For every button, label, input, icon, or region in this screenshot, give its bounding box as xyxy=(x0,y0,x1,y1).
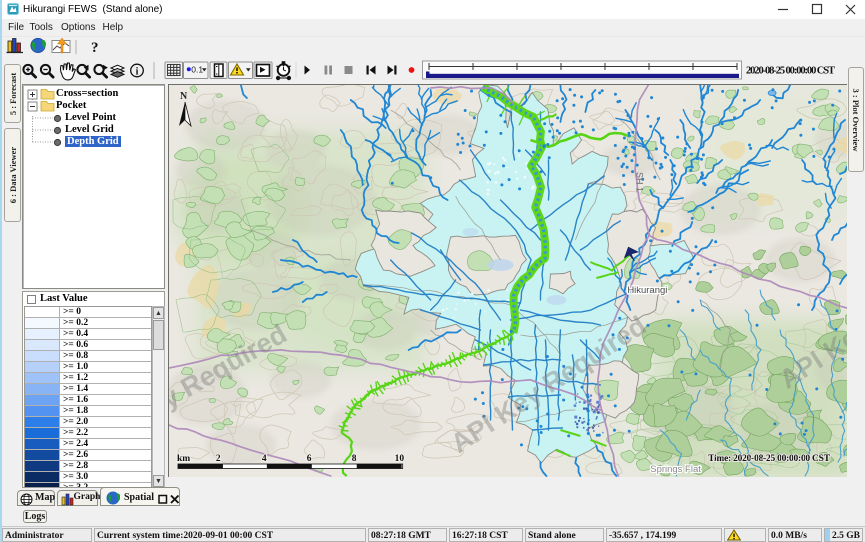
svg-text:0.1: 0.1 xyxy=(191,64,203,74)
svg-text:4: 4 xyxy=(262,454,267,464)
svg-text:?: ? xyxy=(91,40,99,56)
svg-text:N: N xyxy=(180,91,188,102)
svg-text:2: 2 xyxy=(216,454,221,464)
svg-text:2020-08-25 00:00:00 CST: 2020-08-25 00:00:00 CST xyxy=(746,66,835,77)
svg-text:Time: 2020-08-25 00:00:00 CST: Time: 2020-08-25 00:00:00 CST xyxy=(708,454,830,464)
svg-text:Springs Flat: Springs Flat xyxy=(650,464,701,475)
svg-text:10: 10 xyxy=(395,454,405,464)
svg-text:Hikurangi: Hikurangi xyxy=(627,285,667,296)
svg-text:8: 8 xyxy=(352,454,357,464)
svg-text:km: km xyxy=(177,454,190,464)
svg-text:SH 1: SH 1 xyxy=(634,172,644,192)
svg-text:6: 6 xyxy=(307,454,312,464)
svg-text:i: i xyxy=(136,66,139,77)
